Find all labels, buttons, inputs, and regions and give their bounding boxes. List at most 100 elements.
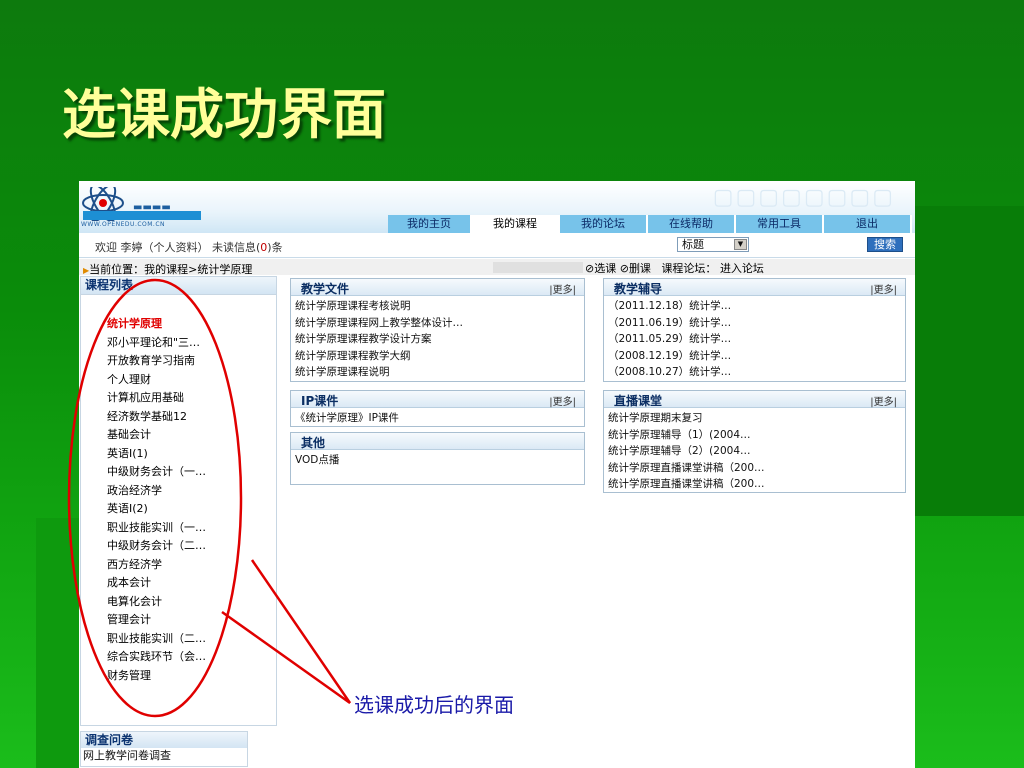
main-nav: 我的主页 我的课程 我的论坛 在线帮助 常用工具 退出 <box>388 215 912 233</box>
search-field-value: 标题 <box>682 238 704 251</box>
more-link[interactable]: |更多| <box>549 393 576 408</box>
breadcrumb-spacer <box>493 262 583 273</box>
survey-link[interactable]: 网上教学问卷调查 <box>81 748 247 764</box>
atom-logo-icon: ▬▬▬▬ <box>82 184 201 222</box>
other-list: VOD点播 <box>291 450 584 469</box>
unread-suffix: )条 <box>267 241 283 254</box>
site-logo[interactable]: ▬▬▬▬ WWW.OPENEDU.COM.CN <box>81 184 221 231</box>
panel-title: 其他 <box>301 436 326 450</box>
course-item[interactable]: 成本会计 <box>107 574 276 593</box>
banner-watermark: ▢▢▢▢▢▢▢▢ <box>712 185 895 210</box>
course-item[interactable]: 政治经济学 <box>107 482 276 501</box>
course-list: 统计学原理 邓小平理论和"三… 开放教育学习指南 个人理财 计算机应用基础 经济… <box>81 295 276 685</box>
course-item[interactable]: 职业技能实训（一… <box>107 519 276 538</box>
live-classroom-list: 统计学原理期末复习 统计学原理辅导（1）(2004… 统计学原理辅导（2）(20… <box>604 408 905 493</box>
course-item[interactable]: 西方经济学 <box>107 556 276 575</box>
course-item[interactable]: 开放教育学习指南 <box>107 352 276 371</box>
list-item[interactable]: VOD点播 <box>295 452 584 469</box>
list-item[interactable]: 统计学原理课程考核说明 <box>295 298 584 315</box>
lms-screenshot: ▢▢▢▢▢▢▢▢ ▬▬▬▬ WWW.OPENEDU.COM.CN 我的主页 我的… <box>79 181 915 768</box>
search-button[interactable]: 搜索 <box>867 237 903 252</box>
live-classroom-panel: 直播课堂 |更多| 统计学原理期末复习 统计学原理辅导（1）(2004… 统计学… <box>603 390 906 493</box>
course-item[interactable]: 职业技能实训（二… <box>107 630 276 649</box>
paperclip-icon: ⊘ <box>619 262 629 275</box>
welcome-text: 欢迎 李婷（个人资料） 未读信息(0)条 <box>95 239 283 255</box>
logo-site-text: WWW.OPENEDU.COM.CN <box>81 221 166 228</box>
course-item[interactable]: 基础会计 <box>107 426 276 445</box>
tab-help[interactable]: 在线帮助 <box>648 215 736 233</box>
panel-header: 教学辅导 |更多| <box>604 279 905 296</box>
welcome-greeting[interactable]: 欢迎 李婷（个人资料） 未读信息( <box>95 241 260 254</box>
panel-title: 教学辅导 <box>614 282 663 296</box>
course-actions: ⊘选课 ⊘删课 课程论坛： 进入论坛 <box>585 260 764 276</box>
tab-tools[interactable]: 常用工具 <box>736 215 824 233</box>
survey-title: 调查问卷 <box>81 732 247 748</box>
course-item[interactable]: 中级财务会计（一… <box>107 463 276 482</box>
survey-panel: 调查问卷 网上教学问卷调查 <box>80 731 248 767</box>
list-item[interactable]: 统计学原理课程网上教学整体设计… <box>295 315 584 332</box>
panel-title: 直播课堂 <box>614 394 663 408</box>
list-item[interactable]: （2008.10.27）统计学… <box>608 364 905 381</box>
panel-header: 教学文件 |更多| <box>291 279 584 296</box>
forum-label: 课程论坛： <box>661 262 717 275</box>
ip-courseware-panel: IP课件 |更多| 《统计学原理》IP课件 <box>290 390 585 427</box>
svg-text:▬▬▬▬: ▬▬▬▬ <box>133 202 171 213</box>
tutoring-list: （2011.12.18）统计学… （2011.06.19）统计学… （2011.… <box>604 296 905 381</box>
list-item[interactable]: 统计学原理辅导（2）(2004… <box>608 443 905 460</box>
tutoring-panel: 教学辅导 |更多| （2011.12.18）统计学… （2011.06.19）统… <box>603 278 906 382</box>
welcome-bar: 欢迎 李婷（个人资料） 未读信息(0)条 标题 ▼ 搜索 <box>79 233 915 258</box>
tab-logout[interactable]: 退出 <box>824 215 912 233</box>
list-item[interactable]: 《统计学原理》IP课件 <box>295 410 584 427</box>
enter-forum-link[interactable]: 进入论坛 <box>720 262 764 275</box>
tab-my-courses[interactable]: 我的课程 <box>472 215 560 233</box>
course-item[interactable]: 财务管理 <box>107 667 276 686</box>
course-item[interactable]: 经济数学基础12 <box>107 408 276 427</box>
list-item[interactable]: 统计学原理期末复习 <box>608 410 905 427</box>
breadcrumb: ▶当前位置：我的课程>统计学原理 <box>83 261 252 277</box>
list-item[interactable]: （2011.06.19）统计学… <box>608 315 905 332</box>
tab-forum[interactable]: 我的论坛 <box>560 215 648 233</box>
more-link[interactable]: |更多| <box>549 281 576 296</box>
select-course-link[interactable]: 选课 <box>594 262 616 275</box>
list-item[interactable]: 统计学原理直播课堂讲稿（200… <box>608 476 905 493</box>
teaching-files-panel: 教学文件 |更多| 统计学原理课程考核说明 统计学原理课程网上教学整体设计… 统… <box>290 278 585 382</box>
course-item[interactable]: 邓小平理论和"三… <box>107 334 276 353</box>
list-item[interactable]: 统计学原理辅导（1）(2004… <box>608 427 905 444</box>
slide-title: 选课成功界面 <box>62 82 386 146</box>
list-item[interactable]: （2011.12.18）统计学… <box>608 298 905 315</box>
panel-header: 其他 <box>291 433 584 450</box>
course-item[interactable]: 中级财务会计（二… <box>107 537 276 556</box>
list-item[interactable]: （2011.05.29）统计学… <box>608 331 905 348</box>
drop-course-link[interactable]: 删课 <box>629 262 651 275</box>
paperclip-icon: ⊘ <box>585 262 595 275</box>
course-item-current[interactable]: 统计学原理 <box>107 315 276 334</box>
course-list-title: 课程列表 <box>81 277 276 295</box>
course-item[interactable]: 计算机应用基础 <box>107 389 276 408</box>
course-item[interactable]: 英语Ⅰ(2) <box>107 500 276 519</box>
course-item[interactable]: 电算化会计 <box>107 593 276 612</box>
other-panel: 其他 VOD点播 <box>290 432 585 485</box>
list-item[interactable]: 统计学原理课程教学大纲 <box>295 348 584 365</box>
background-block-left <box>36 518 79 768</box>
teaching-files-list: 统计学原理课程考核说明 统计学原理课程网上教学整体设计… 统计学原理课程教学设计… <box>291 296 584 381</box>
more-link[interactable]: |更多| <box>870 393 897 408</box>
search-field-select[interactable]: 标题 ▼ <box>677 237 749 252</box>
breadcrumb-bar: ▶当前位置：我的课程>统计学原理 ⊘选课 ⊘删课 课程论坛： 进入论坛 <box>79 259 915 277</box>
panel-header: 直播课堂 |更多| <box>604 391 905 408</box>
list-item[interactable]: 统计学原理直播课堂讲稿（200… <box>608 460 905 477</box>
list-item[interactable]: 统计学原理课程教学设计方案 <box>295 331 584 348</box>
course-item[interactable]: 个人理财 <box>107 371 276 390</box>
panel-header: IP课件 |更多| <box>291 391 584 408</box>
course-list-panel: 课程列表 统计学原理 邓小平理论和"三… 开放教育学习指南 个人理财 计算机应用… <box>80 276 277 726</box>
more-link[interactable]: |更多| <box>870 281 897 296</box>
course-item[interactable]: 英语Ⅰ(1) <box>107 445 276 464</box>
course-item[interactable]: 管理会计 <box>107 611 276 630</box>
tab-home[interactable]: 我的主页 <box>388 215 472 233</box>
breadcrumb-text: 当前位置：我的课程>统计学原理 <box>89 263 253 276</box>
list-item[interactable]: 统计学原理课程说明 <box>295 364 584 381</box>
list-item[interactable]: （2008.12.19）统计学… <box>608 348 905 365</box>
annotation-caption: 选课成功后的界面 <box>352 689 516 718</box>
chevron-down-icon[interactable]: ▼ <box>734 239 747 250</box>
panel-title: 教学文件 <box>301 282 350 296</box>
course-item[interactable]: 综合实践环节（会… <box>107 648 276 667</box>
